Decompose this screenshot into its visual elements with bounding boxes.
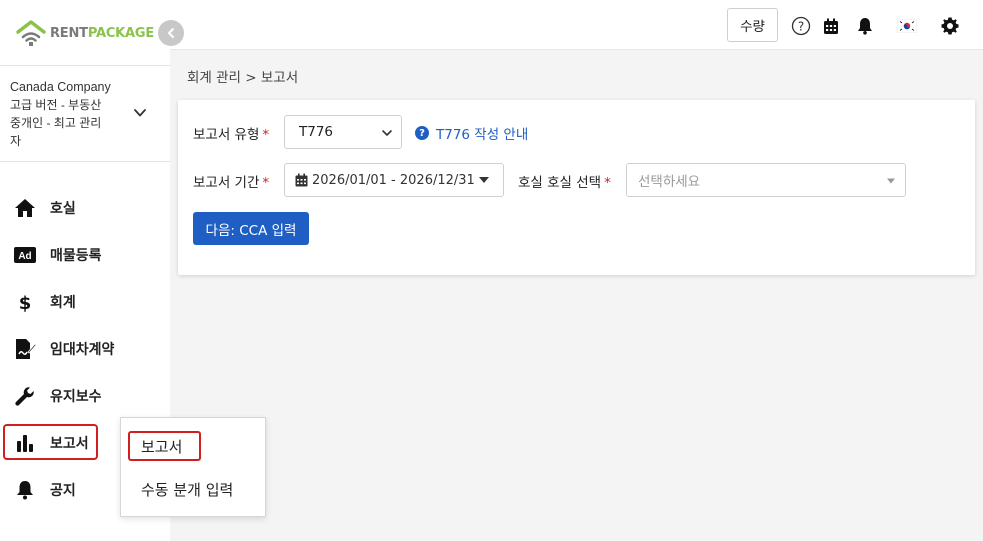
report-type-label: 보고서 유형 * bbox=[193, 127, 270, 143]
sidebar-item-label: 매물등록 bbox=[50, 248, 102, 264]
report-form-card: 보고서 유형 * T776 ? T776 작성 안내 보고서 기간 * 2026/0… bbox=[178, 100, 975, 275]
next-cca-button[interactable]: 다음: CCA 입력 bbox=[193, 212, 309, 245]
submenu-item-manual-journal[interactable]: 수동 분개 입력 bbox=[141, 479, 233, 500]
contract-sign-icon bbox=[14, 338, 36, 360]
company-name: Canada Company bbox=[10, 80, 111, 94]
ad-icon: Ad bbox=[14, 244, 36, 266]
sidebar-item-label: 임대차계약 bbox=[50, 342, 115, 358]
chevron-left-icon bbox=[168, 28, 174, 38]
sidebar-item-label: 회계 bbox=[50, 295, 76, 311]
sidebar-item-lease[interactable]: 임대차계약 bbox=[0, 329, 170, 369]
t776-guide-link[interactable]: ? T776 작성 안내 bbox=[415, 123, 528, 143]
wrench-icon bbox=[14, 385, 36, 407]
report-type-select[interactable]: T776 bbox=[284, 115, 402, 149]
bell-icon[interactable] bbox=[854, 15, 876, 37]
logo[interactable]: RENTPACKAGE bbox=[16, 18, 154, 48]
sidebar-collapse-button[interactable] bbox=[158, 20, 184, 46]
sidebar-item-label: 공지 bbox=[50, 483, 76, 499]
breadcrumb: 회계 관리 > 보고서 bbox=[187, 70, 299, 86]
bell-icon bbox=[14, 479, 36, 501]
quantity-button[interactable]: 수량 bbox=[727, 8, 778, 42]
svg-text:?: ? bbox=[798, 20, 804, 34]
unit-select-label: 호실 호실 선택 * bbox=[518, 175, 611, 191]
help-circle-icon[interactable]: ? bbox=[790, 15, 812, 37]
gear-icon[interactable] bbox=[939, 15, 961, 37]
logo-house-wifi-icon bbox=[16, 20, 46, 46]
sidebar-divider bbox=[0, 161, 170, 162]
sidebar-item-label: 유지보수 bbox=[50, 389, 102, 405]
sidebar-item-maintenance[interactable]: 유지보수 bbox=[0, 376, 170, 416]
sidebar-item-accounting[interactable]: $ 회계 bbox=[0, 282, 170, 322]
sidebar-item-listing[interactable]: Ad 매물등록 bbox=[0, 235, 170, 275]
active-highlight bbox=[3, 424, 98, 460]
question-icon: ? bbox=[415, 126, 429, 140]
chevron-down-icon[interactable] bbox=[133, 106, 147, 120]
home-icon bbox=[14, 197, 36, 219]
submenu-item-reports[interactable]: 보고서 bbox=[141, 436, 182, 457]
chevron-down-icon bbox=[382, 130, 392, 136]
korea-flag-icon[interactable] bbox=[896, 15, 918, 37]
reports-submenu: 보고서 수동 분개 입력 bbox=[120, 417, 266, 517]
calendar-icon bbox=[295, 173, 308, 187]
sidebar-item-label: 호실 bbox=[50, 201, 76, 217]
svg-text:Ad: Ad bbox=[18, 251, 31, 262]
calendar-icon[interactable] bbox=[820, 15, 842, 37]
caret-down-icon bbox=[478, 177, 489, 183]
dollar-icon: $ bbox=[14, 291, 36, 313]
top-bar: 수량 ? bbox=[170, 0, 983, 50]
svg-text:$: $ bbox=[19, 293, 32, 313]
company-selector[interactable]: Canada Company 고급 버전 - 부동산 중개인 - 최고 관리 자 bbox=[10, 78, 128, 150]
sidebar-divider bbox=[0, 65, 170, 66]
sidebar-item-rooms[interactable]: 호실 bbox=[0, 188, 170, 228]
logo-text: RENTPACKAGE bbox=[50, 25, 155, 41]
report-period-label: 보고서 기간 * bbox=[193, 175, 270, 191]
unit-select[interactable]: 선택하세요 bbox=[626, 163, 906, 197]
caret-down-icon bbox=[887, 178, 895, 184]
company-role: 고급 버전 - 부동산 중개인 - 최고 관리 자 bbox=[10, 98, 102, 148]
report-period-picker[interactable]: 2026/01/01 - 2026/12/31 bbox=[284, 163, 504, 197]
